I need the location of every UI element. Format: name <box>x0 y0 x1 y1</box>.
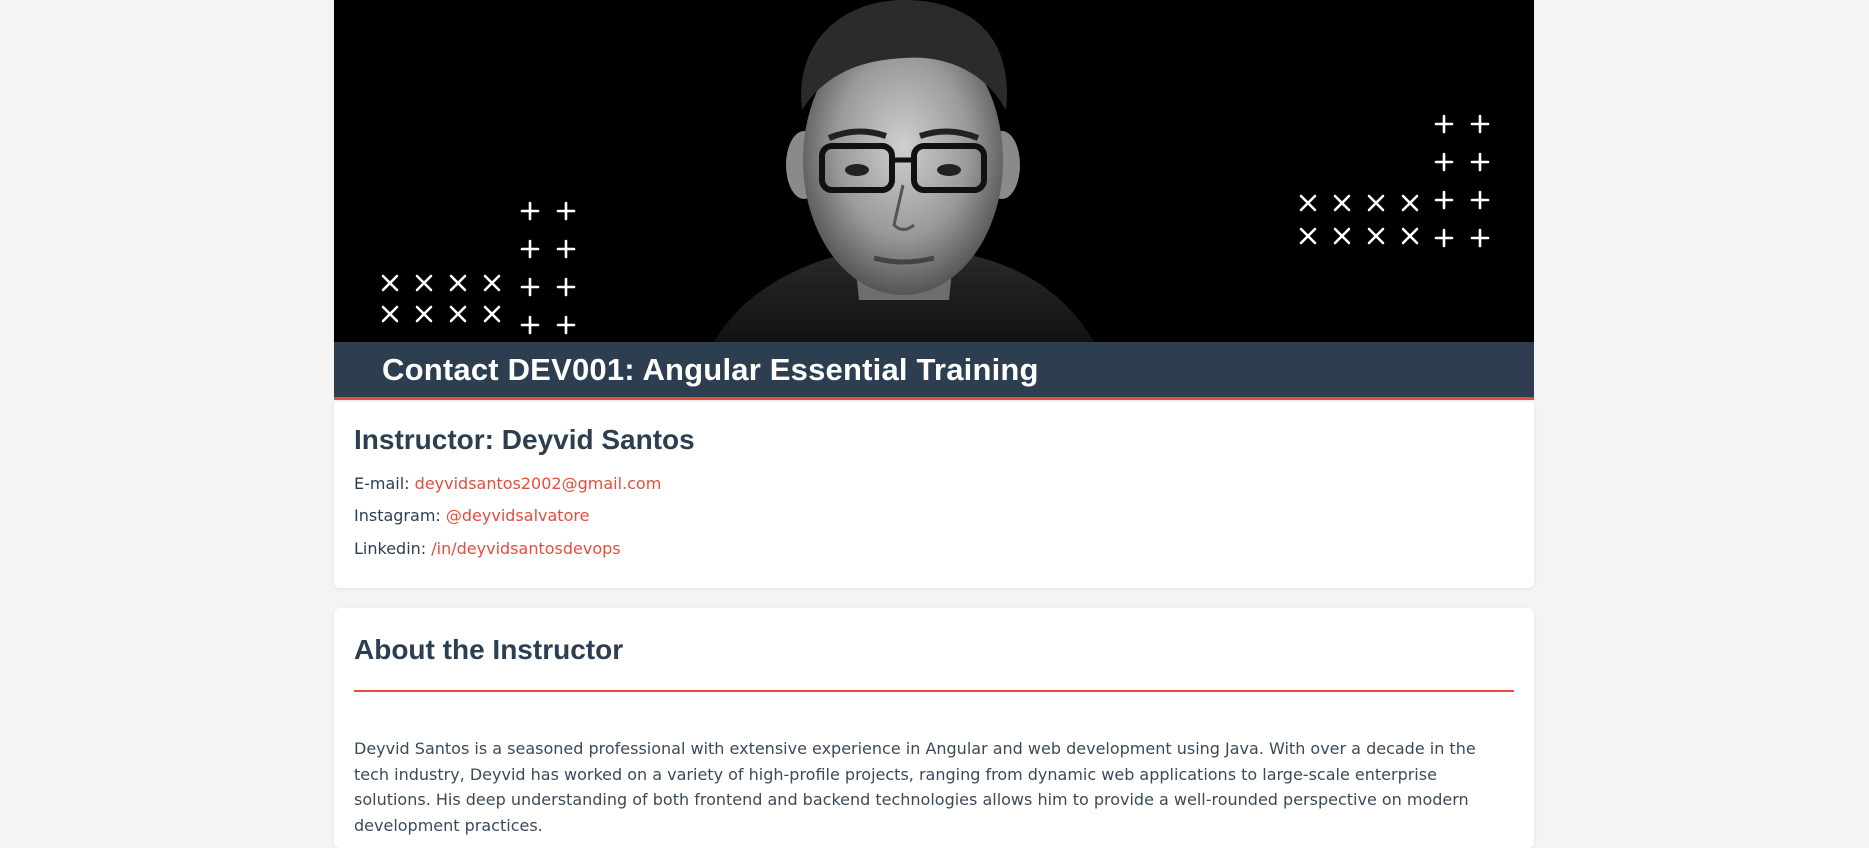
page-title: Contact DEV001: Angular Essential Traini… <box>382 352 1039 387</box>
instagram-row: Instagram: @deyvidsalvatore <box>354 506 589 525</box>
cross-icon <box>1299 194 1419 245</box>
title-bar: Contact DEV001: Angular Essential Traini… <box>334 342 1534 400</box>
contact-card: Instructor: Deyvid Santos E-mail: deyvid… <box>334 402 1534 588</box>
page-container: Contact DEV001: Angular Essential Traini… <box>334 0 1534 848</box>
hero-banner <box>334 0 1534 342</box>
about-card: About the Instructor Deyvid Santos is a … <box>334 608 1534 848</box>
plus-icon <box>1434 114 1490 248</box>
instructor-heading: Instructor: Deyvid Santos <box>354 424 695 455</box>
email-label: E-mail: <box>354 474 410 493</box>
linkedin-link[interactable]: /in/deyvidsantosdevops <box>431 539 620 558</box>
email-row: E-mail: deyvidsantos2002@gmail.com <box>354 474 661 493</box>
about-text: Deyvid Santos is a seasoned professional… <box>354 739 1476 835</box>
plus-icon <box>520 201 576 335</box>
email-link[interactable]: deyvidsantos2002@gmail.com <box>415 474 662 493</box>
cross-icon <box>381 274 501 323</box>
about-heading: About the Instructor <box>354 634 624 665</box>
decorative-pattern <box>381 114 1490 335</box>
section-divider <box>354 690 1514 692</box>
instagram-link[interactable]: @deyvidsalvatore <box>446 506 590 525</box>
instagram-label: Instagram: <box>354 506 441 525</box>
linkedin-row: Linkedin: /in/deyvidsantosdevops <box>354 539 621 558</box>
linkedin-label: Linkedin: <box>354 539 427 558</box>
